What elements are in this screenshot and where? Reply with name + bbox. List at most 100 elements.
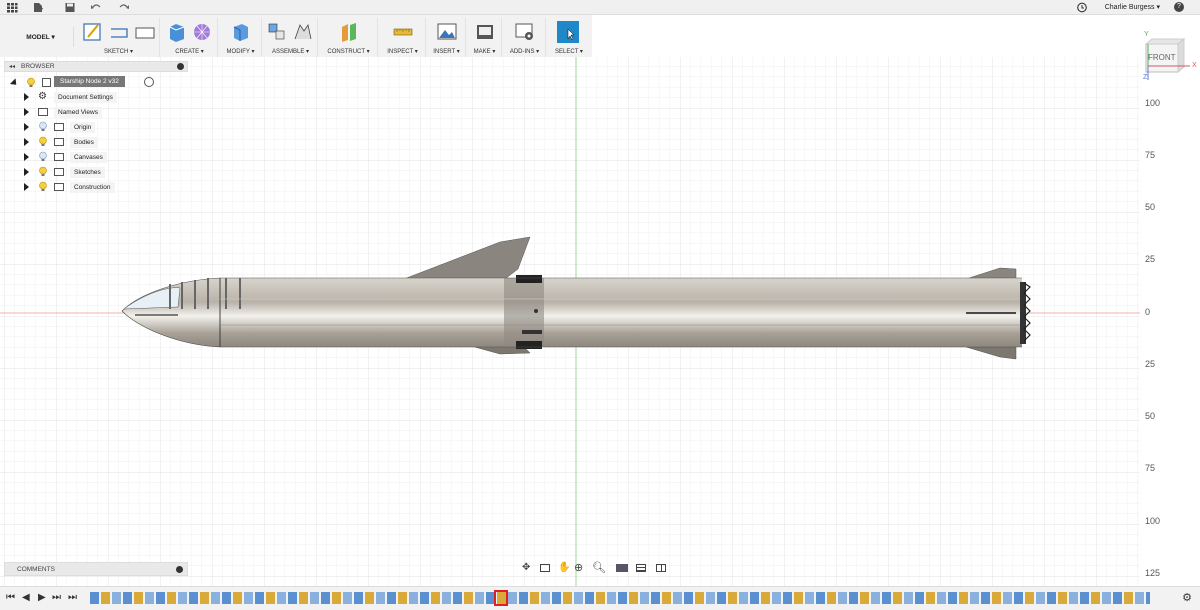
- help-icon[interactable]: ?: [1174, 2, 1184, 12]
- form-icon[interactable]: [192, 21, 214, 43]
- bulb-off-icon[interactable]: [38, 121, 48, 132]
- ruler-label: 125: [1145, 568, 1161, 578]
- timeline-next-icon[interactable]: ⏭: [52, 592, 61, 603]
- expand-icon[interactable]: [24, 138, 29, 146]
- timeline-play-icon[interactable]: ▶: [38, 592, 46, 603]
- joint-icon[interactable]: [292, 21, 314, 43]
- insert-label: INSERT ▾: [433, 49, 460, 55]
- create-sketch-icon[interactable]: [82, 21, 104, 43]
- expand-icon[interactable]: [24, 183, 29, 191]
- orbit-icon[interactable]: ✥: [522, 562, 530, 573]
- new-component-icon[interactable]: [266, 21, 288, 43]
- insert-image-icon[interactable]: [436, 21, 458, 43]
- construct-group[interactable]: CONSTRUCT ▾: [320, 18, 378, 57]
- timeline-end-icon[interactable]: ⏭: [68, 592, 77, 603]
- extrude-icon[interactable]: [166, 21, 188, 43]
- zoom-icon[interactable]: ⊕: [574, 561, 583, 574]
- save-icon[interactable]: [64, 2, 76, 13]
- document-icon: [42, 78, 51, 87]
- select-cursor-icon[interactable]: [557, 21, 579, 43]
- ruler-label: 50: [1145, 202, 1156, 212]
- scripts-addins-icon[interactable]: [514, 21, 536, 43]
- addins-group[interactable]: ADD-INS ▾: [504, 18, 546, 57]
- zoom-window-icon[interactable]: 🔍︎: [592, 561, 606, 574]
- timeline-settings-icon[interactable]: ⚙: [1182, 591, 1192, 604]
- offset-plane-icon[interactable]: [338, 21, 360, 43]
- browser-panel: ◂◂ BROWSER Starship Node 2 v32 ⚙ Documen…: [4, 61, 188, 196]
- timeline-prev-icon[interactable]: ◀: [22, 592, 30, 603]
- file-icon[interactable]: [32, 2, 44, 13]
- navigation-bar: ✥ ✋ ⊕ 🔍︎: [520, 562, 676, 576]
- ruler-label: 25: [1145, 254, 1156, 264]
- assemble-label: ASSEMBLE ▾: [271, 49, 310, 55]
- expand-icon[interactable]: [9, 78, 20, 88]
- item-label: Bodies: [70, 137, 98, 148]
- comments-toggle-icon[interactable]: [176, 566, 183, 573]
- inspect-label: INSPECT ▾: [387, 49, 418, 55]
- app-grid-icon[interactable]: [6, 2, 18, 13]
- history-clock-icon[interactable]: [1076, 2, 1088, 13]
- browser-toggle-icon[interactable]: [177, 63, 184, 70]
- item-label: Construction: [70, 182, 115, 193]
- modify-group[interactable]: MODIFY ▾: [220, 18, 262, 57]
- folder-icon: [38, 108, 48, 116]
- expand-icon[interactable]: [24, 123, 29, 131]
- gear-icon: ⚙: [38, 91, 47, 102]
- timeline-start-icon[interactable]: ⏮: [6, 592, 15, 603]
- insert-group[interactable]: INSERT ▾: [428, 18, 466, 57]
- grid-settings-icon[interactable]: [636, 564, 646, 572]
- ruler-label: 75: [1145, 463, 1156, 473]
- make-group[interactable]: MAKE ▾: [468, 18, 502, 57]
- pan-hand-icon[interactable]: ✋: [558, 562, 570, 573]
- press-pull-icon[interactable]: [230, 21, 252, 43]
- collapse-icon[interactable]: ◂◂: [9, 63, 15, 70]
- 3d-print-icon[interactable]: [474, 21, 496, 43]
- ribbon-toolbar: MODEL ▾ SKETCH ▾ CREATE ▾ MODIFY ▾ ASSEM…: [0, 15, 592, 57]
- modify-label: MODIFY ▾: [226, 49, 255, 55]
- rectangle-icon[interactable]: [134, 21, 156, 43]
- activate-radio-icon[interactable]: [144, 77, 154, 87]
- bulb-icon[interactable]: [26, 77, 36, 88]
- line-icon[interactable]: [108, 21, 130, 43]
- expand-icon[interactable]: [24, 153, 29, 161]
- bulb-icon[interactable]: [38, 136, 48, 147]
- redo-icon[interactable]: [118, 2, 130, 13]
- create-group[interactable]: CREATE ▾: [162, 18, 218, 57]
- top-bar: Charlie Burgess ▾ ?: [0, 0, 1200, 15]
- comments-title: COMMENTS: [17, 565, 55, 573]
- root-label[interactable]: Starship Node 2 v32: [54, 76, 125, 87]
- comments-panel[interactable]: COMMENTS: [4, 562, 188, 576]
- measure-icon[interactable]: [392, 21, 414, 43]
- user-menu[interactable]: Charlie Burgess ▾: [1105, 3, 1160, 11]
- expand-icon[interactable]: [24, 93, 29, 101]
- display-settings-icon[interactable]: [616, 564, 628, 572]
- expand-icon[interactable]: [24, 168, 29, 176]
- ruler-label: 100: [1145, 98, 1161, 108]
- sketch-group[interactable]: SKETCH ▾: [78, 18, 160, 57]
- timeline-marker[interactable]: [494, 590, 508, 606]
- ruler-label: 25: [1145, 359, 1156, 369]
- viewcube-face-label[interactable]: FRONT: [1148, 53, 1176, 62]
- bulb-icon[interactable]: [38, 166, 48, 177]
- folder-icon: [54, 138, 64, 146]
- view-cube[interactable]: FRONT Y X Z: [1138, 31, 1198, 86]
- item-label: Canvases: [70, 152, 107, 163]
- viewports-icon[interactable]: [656, 564, 666, 572]
- axis-x-label: X: [1192, 62, 1197, 69]
- assemble-group[interactable]: ASSEMBLE ▾: [264, 18, 318, 57]
- bulb-icon[interactable]: [38, 181, 48, 192]
- select-group[interactable]: SELECT ▾: [548, 18, 590, 57]
- item-label: Named Views: [54, 107, 102, 118]
- browser-header[interactable]: ◂◂ BROWSER: [4, 61, 188, 72]
- ruler-label: 50: [1145, 411, 1156, 421]
- timeline-bar[interactable]: ⏮ ◀ ▶ ⏭ ⏭ ⚙: [0, 586, 1200, 610]
- undo-icon[interactable]: [90, 2, 102, 13]
- item-label: Sketches: [70, 167, 105, 178]
- make-label: MAKE ▾: [473, 49, 496, 55]
- inspect-group[interactable]: INSPECT ▾: [380, 18, 426, 57]
- look-at-icon[interactable]: [540, 564, 550, 572]
- workspace-switcher[interactable]: MODEL ▾: [8, 27, 74, 47]
- expand-icon[interactable]: [24, 108, 29, 116]
- bulb-off-icon[interactable]: [38, 151, 48, 162]
- ruler-label: 75: [1145, 150, 1156, 160]
